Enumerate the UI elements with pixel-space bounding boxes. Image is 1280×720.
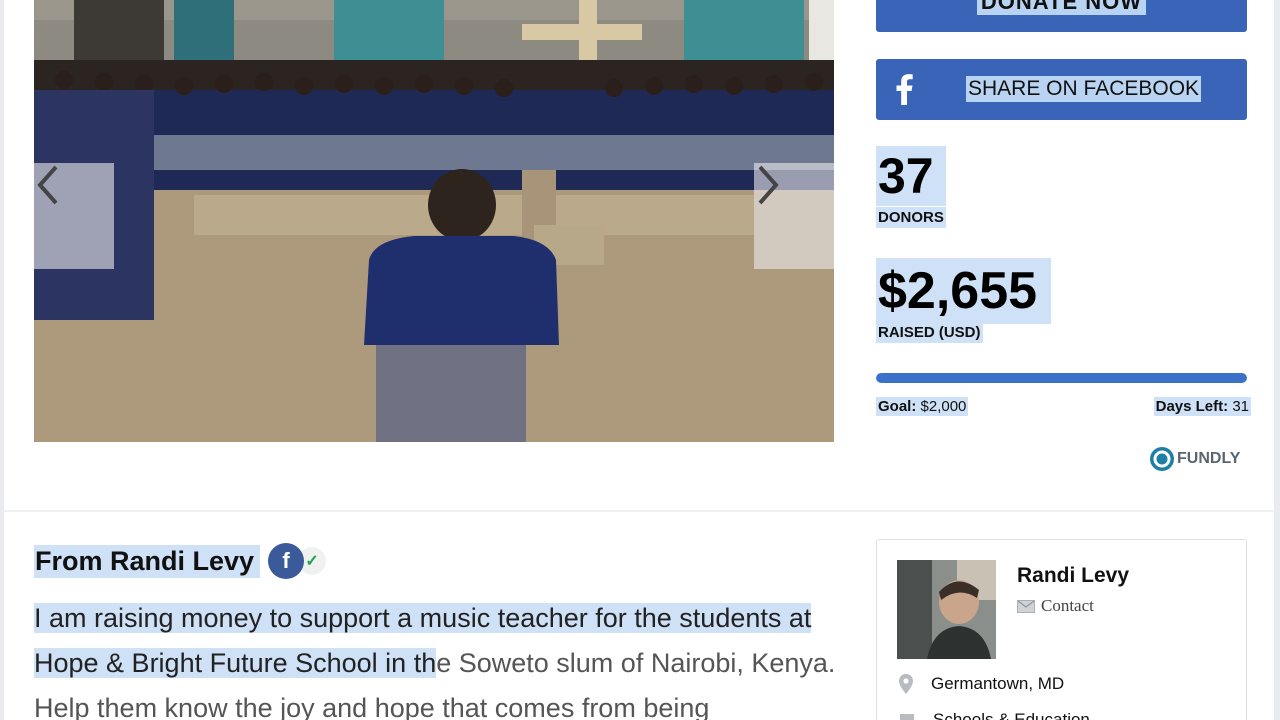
location-pin-icon bbox=[899, 674, 913, 694]
window-frame-right bbox=[1274, 0, 1280, 720]
campaign-photo bbox=[34, 0, 834, 442]
organizer-location: Germantown, MD bbox=[899, 674, 1064, 694]
funding-progress-fill bbox=[876, 373, 1247, 383]
fundly-logo-icon bbox=[1150, 447, 1174, 471]
goal-label: Goal: bbox=[878, 398, 917, 415]
share-facebook-label: SHARE ON FACEBOOK bbox=[966, 76, 1202, 102]
share-facebook-button[interactable]: SHARE ON FACEBOOK bbox=[876, 59, 1247, 120]
donate-now-label: DONATE NOW bbox=[976, 0, 1147, 15]
raised-label: RAISED (USD) bbox=[876, 322, 983, 343]
campaign-photo-gallery bbox=[34, 0, 834, 442]
raised-amount: $2,655 bbox=[876, 258, 1052, 324]
organizer-avatar[interactable] bbox=[897, 560, 996, 659]
organizer-name[interactable]: Randi Levy bbox=[1017, 564, 1129, 588]
contact-label: Contact bbox=[1041, 596, 1094, 615]
fundly-logo[interactable]: FUNDLY bbox=[1149, 446, 1240, 472]
facebook-icon bbox=[896, 74, 913, 105]
organizer-card: Randi Levy Contact Germantown, MD School… bbox=[876, 539, 1247, 720]
chevron-left-icon bbox=[37, 165, 58, 205]
section-divider bbox=[4, 510, 1274, 512]
donors-count: 37 bbox=[876, 146, 946, 206]
funding-progress-bar bbox=[876, 373, 1247, 383]
goal-info: Goal: $2,000 bbox=[876, 397, 969, 416]
days-left-info: Days Left: 31 bbox=[1153, 397, 1251, 416]
story-header: From Randi Levy f ✓ bbox=[34, 543, 327, 579]
gallery-prev-button[interactable] bbox=[34, 163, 114, 269]
facebook-badge-letter: f bbox=[282, 548, 290, 573]
story-text: I am raising money to support a music te… bbox=[34, 596, 844, 720]
location-text: Germantown, MD bbox=[931, 674, 1065, 693]
fundly-logo-text: FUNDLY bbox=[1177, 450, 1241, 467]
category-icon bbox=[900, 714, 914, 720]
avatar-image bbox=[897, 560, 996, 659]
organizer-category: Schools & Education bbox=[899, 710, 1090, 720]
chevron-right-icon bbox=[758, 165, 779, 205]
goal-value: $2,000 bbox=[920, 398, 967, 415]
window-frame-left bbox=[0, 0, 4, 720]
contact-link[interactable]: Contact bbox=[1017, 596, 1094, 616]
category-text: Schools & Education bbox=[933, 710, 1090, 720]
donate-now-button[interactable]: DONATE NOW bbox=[876, 0, 1247, 32]
days-left-value: 31 bbox=[1232, 398, 1249, 415]
gallery-next-button[interactable] bbox=[754, 163, 834, 269]
envelope-icon bbox=[1017, 599, 1035, 613]
days-left-label: Days Left: bbox=[1155, 398, 1229, 415]
donors-label: DONORS bbox=[876, 207, 946, 228]
story-from-title: From Randi Levy bbox=[34, 544, 261, 578]
facebook-verified-icon: f bbox=[268, 543, 305, 579]
